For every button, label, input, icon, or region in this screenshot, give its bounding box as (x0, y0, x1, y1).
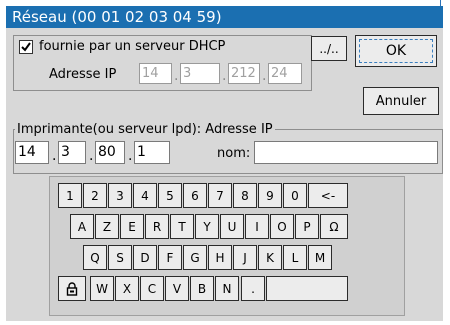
virtual-keyboard: 1 2 3 4 5 6 7 8 9 0 <- A Z E R T Y U I O… (49, 176, 405, 316)
name-label: nom: (217, 146, 251, 161)
key[interactable]: O (270, 214, 294, 239)
printer-group-label: Imprimante(ou serveur lpd): Adresse IP (15, 122, 275, 137)
name-input[interactable] (254, 141, 438, 164)
key[interactable]: 0 (283, 183, 307, 208)
key[interactable]: S (108, 245, 132, 270)
network-dialog: Réseau (00 01 02 03 04 59) fournie par u… (6, 6, 443, 321)
window-title: Réseau (00 01 02 03 04 59) (6, 6, 443, 28)
shift-lock-key[interactable] (58, 276, 86, 301)
key[interactable]: W (90, 276, 114, 301)
dot-separator: . (262, 68, 267, 84)
key[interactable]: F (158, 245, 182, 270)
backspace-key[interactable]: <- (308, 183, 348, 208)
key[interactable]: A (70, 214, 94, 239)
dhcp-checkbox[interactable] (19, 40, 33, 54)
key[interactable]: C (140, 276, 164, 301)
key[interactable]: J (233, 245, 257, 270)
dhcp-checkbox-label: fournie par un serveur DHCP (39, 39, 226, 54)
printer-ip-octet-2[interactable]: 3 (58, 141, 86, 164)
key[interactable]: Q (83, 245, 107, 270)
key[interactable]: 4 (133, 183, 157, 208)
dot-separator: . (222, 68, 227, 84)
dot-separator: . (52, 148, 57, 164)
printer-ip-octet-3[interactable]: 80 (95, 141, 125, 164)
key[interactable]: I (245, 214, 269, 239)
key[interactable]: L (283, 245, 307, 270)
dhcp-ip-octet-1: 14 (139, 63, 172, 84)
key[interactable]: 2 (83, 183, 107, 208)
key[interactable]: Z (95, 214, 119, 239)
ok-button[interactable]: OK (355, 35, 437, 67)
key[interactable]: 1 (58, 183, 82, 208)
dot-separator: . (89, 148, 94, 164)
key[interactable]: G (183, 245, 207, 270)
cancel-button[interactable]: Annuler (363, 87, 439, 115)
lock-icon (66, 281, 78, 296)
focus-ring (359, 39, 433, 63)
key[interactable]: 6 (183, 183, 207, 208)
checkmark-icon (21, 42, 31, 52)
dhcp-ip-octet-4: 24 (268, 63, 302, 84)
key[interactable]: . (241, 276, 265, 301)
key[interactable]: 9 (258, 183, 282, 208)
key[interactable]: X (115, 276, 139, 301)
key[interactable]: T (170, 214, 194, 239)
dhcp-ip-octet-3: 212 (228, 63, 260, 84)
key[interactable]: B (190, 276, 214, 301)
omega-key[interactable]: Ω (320, 214, 348, 239)
key[interactable]: 5 (158, 183, 182, 208)
printer-ip-octet-4[interactable]: 1 (134, 141, 170, 164)
key[interactable]: H (208, 245, 232, 270)
ip-label: Adresse IP (49, 67, 117, 82)
key[interactable]: K (258, 245, 282, 270)
key[interactable]: P (295, 214, 319, 239)
key[interactable]: V (165, 276, 189, 301)
key[interactable]: 7 (208, 183, 232, 208)
key[interactable]: 3 (108, 183, 132, 208)
dot-separator: . (174, 68, 179, 84)
key[interactable]: N (215, 276, 239, 301)
key[interactable]: 8 (233, 183, 257, 208)
key[interactable]: E (120, 214, 144, 239)
key[interactable]: U (220, 214, 244, 239)
printer-ip-octet-1[interactable]: 14 (15, 141, 49, 164)
key[interactable]: M (308, 245, 332, 270)
browse-button[interactable]: ../.. (311, 36, 347, 61)
key[interactable]: D (133, 245, 157, 270)
dhcp-ip-octet-2: 3 (180, 63, 220, 84)
key[interactable]: R (145, 214, 169, 239)
dot-separator: . (128, 148, 133, 164)
key[interactable]: Y (195, 214, 219, 239)
space-key[interactable] (266, 276, 348, 301)
